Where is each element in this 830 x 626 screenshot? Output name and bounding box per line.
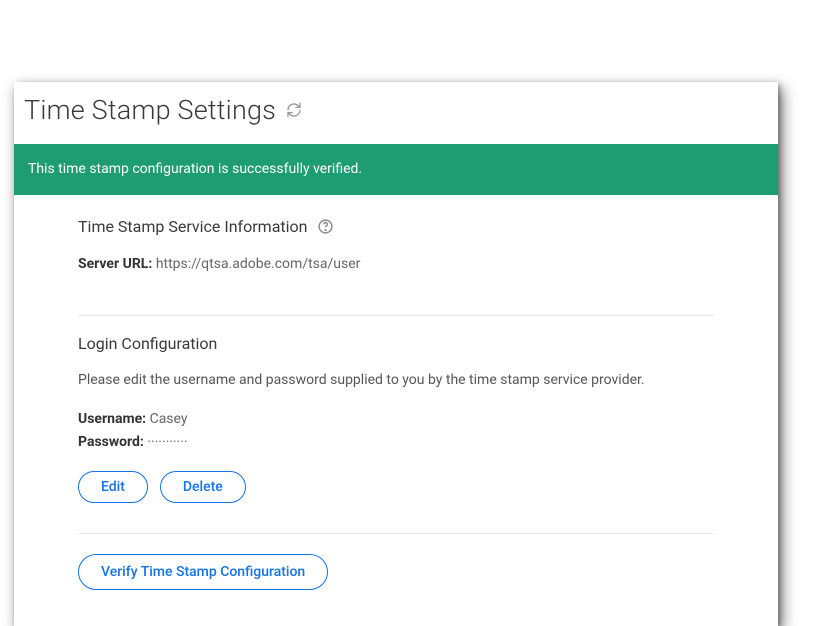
username-value: Casey	[150, 411, 188, 427]
login-config-description: Please edit the username and password su…	[78, 371, 714, 391]
page-title-row: Time Stamp Settings	[14, 82, 778, 144]
password-value: ···········	[147, 434, 187, 450]
server-url-row: Server URL: https://qtsa.adobe.com/tsa/u…	[78, 254, 714, 275]
service-info-section: Time Stamp Service Information Server UR…	[78, 195, 714, 303]
success-message: This time stamp configuration is success…	[28, 161, 362, 177]
delete-button[interactable]: Delete	[160, 471, 246, 503]
refresh-icon[interactable]	[286, 102, 302, 118]
username-row: Username: Casey	[78, 409, 714, 430]
page-title: Time Stamp Settings	[24, 94, 276, 126]
password-row: Password: ···········	[78, 432, 714, 453]
service-info-title: Time Stamp Service Information	[78, 217, 307, 236]
login-config-header: Login Configuration	[78, 334, 714, 353]
success-banner: This time stamp configuration is success…	[14, 144, 778, 195]
password-label: Password:	[78, 434, 144, 450]
settings-panel: Time Stamp Settings This time stamp conf…	[14, 82, 778, 626]
login-config-section: Login Configuration Please edit the user…	[78, 315, 714, 529]
verify-section: Verify Time Stamp Configuration	[78, 533, 714, 590]
content-area: Time Stamp Service Information Server UR…	[14, 195, 778, 590]
edit-button[interactable]: Edit	[78, 471, 148, 503]
username-label: Username:	[78, 411, 146, 427]
server-url-label: Server URL:	[78, 256, 152, 272]
service-info-header: Time Stamp Service Information	[78, 217, 714, 236]
help-icon[interactable]	[317, 218, 334, 235]
login-config-title: Login Configuration	[78, 334, 217, 353]
verify-button[interactable]: Verify Time Stamp Configuration	[78, 554, 328, 590]
server-url-value: https://qtsa.adobe.com/tsa/user	[156, 256, 361, 272]
login-button-row: Edit Delete	[78, 471, 714, 503]
